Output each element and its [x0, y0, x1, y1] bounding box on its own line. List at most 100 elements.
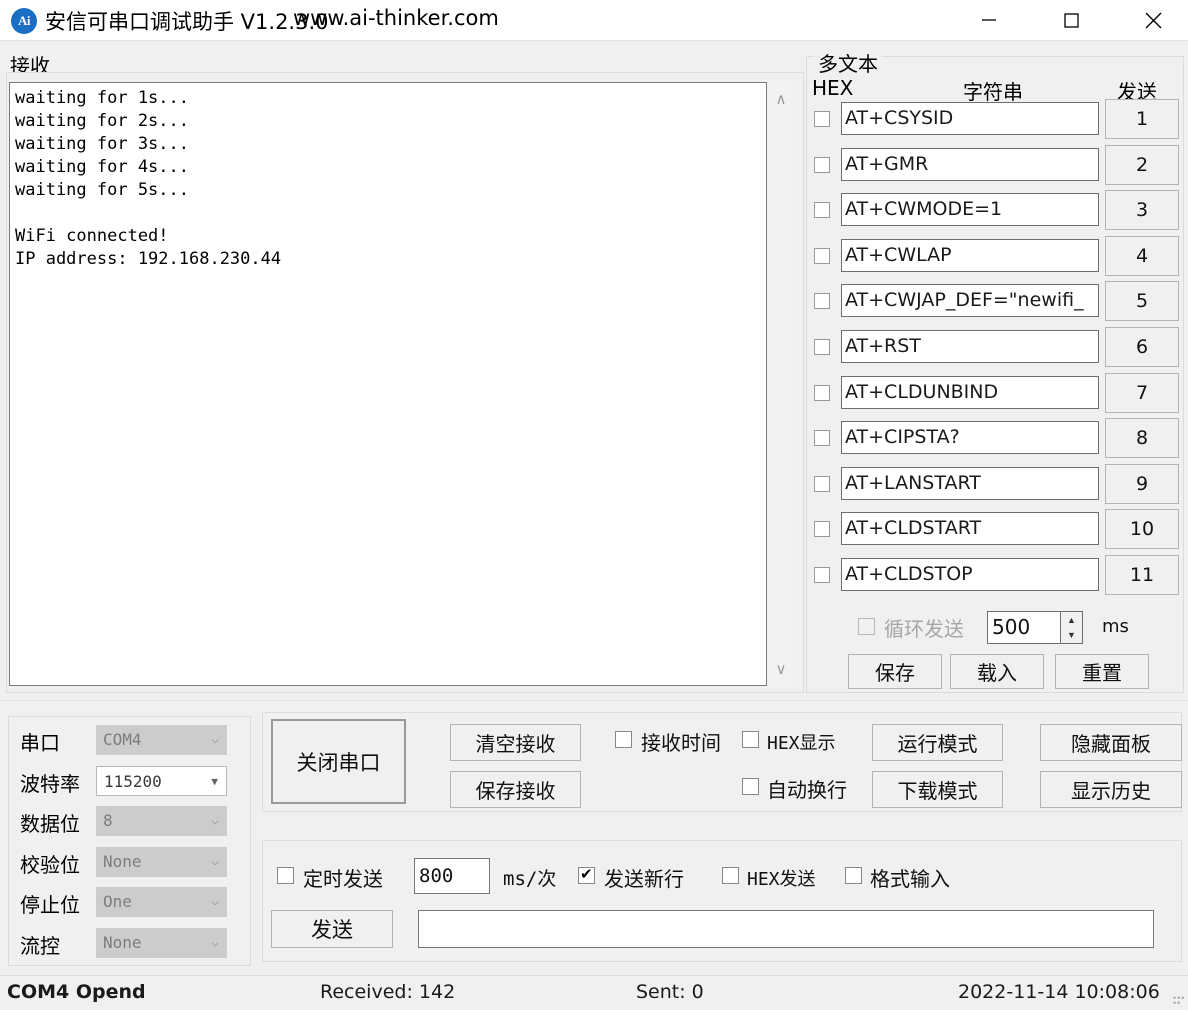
serial-setting-value: COM4 [103, 730, 142, 749]
stepper-up-icon[interactable]: ▲ [1061, 612, 1082, 627]
chevron-down-icon: ▼ [211, 775, 218, 788]
window-url: www.ai-thinker.com [293, 6, 499, 30]
command-send-button[interactable]: 3 [1105, 190, 1179, 230]
loop-send-label: 循环发送 [884, 617, 964, 641]
hex-send-checkbox[interactable] [722, 867, 739, 884]
command-hex-checkbox[interactable] [814, 202, 830, 218]
command-hex-checkbox[interactable] [814, 385, 830, 401]
serial-setting-select[interactable]: 115200 ▼ [96, 766, 227, 796]
format-input-checkbox[interactable] [845, 867, 862, 884]
serial-setting-label: 波特率 [20, 772, 80, 796]
chevron-down-icon: ⌵ [211, 894, 219, 909]
clear-receive-button[interactable]: 清空接收 [450, 724, 581, 761]
loop-interval-input[interactable]: 500 [987, 611, 1061, 644]
hide-panel-button[interactable]: 隐藏面板 [1040, 724, 1182, 761]
run-mode-button[interactable]: 运行模式 [872, 724, 1003, 761]
window-title: 安信可串口调试助手 V1.2.3.0 [45, 10, 329, 34]
timed-send-checkbox[interactable] [277, 867, 294, 884]
receive-scrollbar[interactable]: ∧ ∨ [768, 82, 794, 686]
receive-time-checkbox[interactable] [615, 731, 632, 748]
chevron-down-icon: ⌵ [211, 854, 219, 869]
status-port: COM4 Opend [7, 981, 146, 1003]
command-send-button[interactable]: 5 [1105, 281, 1179, 321]
command-send-button[interactable]: 7 [1105, 373, 1179, 413]
download-mode-button[interactable]: 下载模式 [872, 771, 1003, 808]
serial-setting-select[interactable]: COM4 ⌵ [96, 725, 227, 755]
command-hex-checkbox[interactable] [814, 476, 830, 492]
send-input[interactable] [418, 910, 1154, 948]
serial-setting-label: 停止位 [20, 893, 80, 917]
command-input[interactable]: AT+CLDUNBIND [841, 376, 1099, 409]
save-receive-button[interactable]: 保存接收 [450, 771, 581, 808]
auto-wrap-label: 自动换行 [767, 778, 847, 802]
receive-text: waiting for 1s... waiting for 2s... wait… [15, 88, 282, 269]
command-input[interactable]: AT+CWMODE=1 [841, 193, 1099, 226]
command-input[interactable]: AT+GMR [841, 148, 1099, 181]
send-button[interactable]: 发送 [271, 910, 393, 948]
command-input[interactable]: AT+CLDSTART [841, 512, 1099, 545]
command-hex-checkbox[interactable] [814, 567, 830, 583]
command-hex-checkbox[interactable] [814, 111, 830, 127]
command-input[interactable]: AT+CIPSTA? [841, 421, 1099, 454]
receive-time-label: 接收时间 [641, 731, 721, 755]
serial-setting-value: None [103, 933, 142, 952]
close-port-button[interactable]: 关闭串口 [271, 719, 406, 804]
command-send-button[interactable]: 1 [1105, 99, 1179, 139]
reset-button[interactable]: 重置 [1055, 654, 1149, 689]
receive-textarea[interactable]: waiting for 1s... waiting for 2s... wait… [9, 82, 767, 686]
chevron-down-icon: ⌵ [211, 732, 219, 747]
command-hex-checkbox[interactable] [814, 430, 830, 446]
command-hex-checkbox[interactable] [814, 521, 830, 537]
command-hex-checkbox[interactable] [814, 339, 830, 355]
command-send-button[interactable]: 8 [1105, 418, 1179, 458]
command-input[interactable]: AT+RST [841, 330, 1099, 363]
save-button[interactable]: 保存 [848, 654, 942, 689]
serial-setting-select[interactable]: None ⌵ [96, 928, 227, 958]
hex-display-label: HEX显示 [767, 733, 836, 754]
command-send-button[interactable]: 2 [1105, 145, 1179, 185]
minimize-icon[interactable] [966, 0, 1012, 40]
resize-grip-icon[interactable]: ••• •• [1173, 994, 1185, 1008]
command-hex-checkbox[interactable] [814, 248, 830, 264]
command-send-button[interactable]: 4 [1105, 236, 1179, 276]
chevron-down-icon: ⌵ [211, 813, 219, 828]
app-window: Ai 安信可串口调试助手 V1.2.3.0 www.ai-thinker.com… [0, 0, 1188, 1010]
command-input[interactable]: AT+LANSTART [841, 467, 1099, 500]
app-logo-icon: Ai [11, 8, 37, 34]
command-send-button[interactable]: 11 [1105, 555, 1179, 595]
serial-setting-label: 校验位 [20, 853, 80, 877]
show-history-button[interactable]: 显示历史 [1040, 771, 1182, 808]
scroll-up-icon[interactable]: ∧ [768, 88, 794, 110]
status-datetime: 2022-11-14 10:08:06 [958, 981, 1160, 1003]
command-input[interactable]: AT+CSYSID [841, 102, 1099, 135]
load-button[interactable]: 载入 [950, 654, 1044, 689]
stepper-down-icon[interactable]: ▼ [1061, 627, 1082, 642]
status-bar: COM4 Opend Received: 142 Sent: 0 2022-11… [0, 975, 1188, 1010]
command-input[interactable]: AT+CWJAP_DEF="newifi_ [841, 284, 1099, 317]
send-newline-checkbox[interactable] [578, 865, 595, 884]
command-hex-checkbox[interactable] [814, 293, 830, 309]
multitext-title: 多文本 [814, 48, 882, 77]
serial-setting-select[interactable]: 8 ⌵ [96, 806, 227, 836]
serial-setting-value: None [103, 852, 142, 871]
loop-interval-stepper[interactable]: ▲ ▼ [1061, 611, 1083, 644]
column-header-hex: HEX [812, 76, 854, 100]
title-bar: Ai 安信可串口调试助手 V1.2.3.0 www.ai-thinker.com [0, 0, 1188, 41]
auto-wrap-checkbox[interactable] [742, 778, 759, 795]
scroll-down-icon[interactable]: ∨ [768, 658, 794, 680]
maximize-icon[interactable] [1048, 0, 1094, 40]
loop-send-checkbox[interactable] [858, 618, 875, 635]
close-icon[interactable] [1130, 0, 1176, 40]
command-input[interactable]: AT+CLDSTOP [841, 558, 1099, 591]
serial-setting-label: 串口 [20, 731, 60, 755]
serial-setting-label: 流控 [20, 934, 60, 958]
hex-display-checkbox[interactable] [742, 731, 759, 748]
command-send-button[interactable]: 6 [1105, 327, 1179, 367]
command-send-button[interactable]: 10 [1105, 509, 1179, 549]
command-hex-checkbox[interactable] [814, 157, 830, 173]
command-input[interactable]: AT+CWLAP [841, 239, 1099, 272]
serial-setting-select[interactable]: One ⌵ [96, 887, 227, 917]
send-interval-input[interactable]: 800 [414, 858, 490, 894]
command-send-button[interactable]: 9 [1105, 464, 1179, 504]
serial-setting-select[interactable]: None ⌵ [96, 847, 227, 877]
